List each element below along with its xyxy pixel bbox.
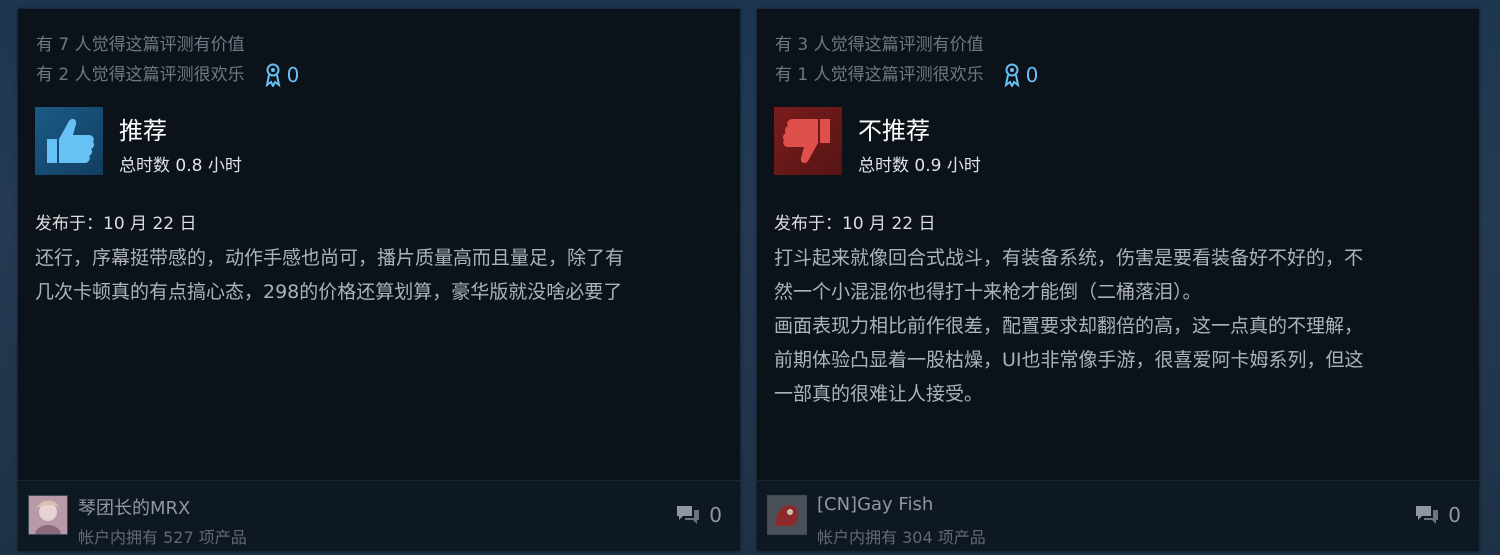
playtime-hours: 总时数 0.9 小时 — [858, 156, 981, 176]
helpful-text: 有 3 人觉得这篇评测有价值 — [775, 35, 984, 55]
review-card: 有 7 人觉得这篇评测有价值 有 2 人觉得这篇评测很欢乐 0 推荐 总时数 0… — [18, 9, 740, 551]
posted-date: 发布于：10 月 22 日 — [35, 214, 197, 234]
avatar[interactable] — [28, 495, 68, 535]
comments-button[interactable]: 0 — [675, 503, 722, 527]
award-count: 0 — [286, 63, 300, 87]
review-line: 打斗起来就像回合式战斗，有装备系统，伤害是要看装备好不好的，不 — [774, 247, 1364, 269]
award-icon — [1004, 63, 1020, 87]
review-verdict[interactable]: 推荐 总时数 0.8 小时 — [35, 107, 242, 176]
review-line: 前期体验凸显着一股枯燥，UI也非常像手游，很喜爱阿卡姆系列，但这 — [774, 349, 1364, 371]
award-count: 0 — [1025, 63, 1039, 87]
comment-count: 0 — [1448, 503, 1461, 527]
helpful-votes: 有 3 人觉得这篇评测有价值 有 1 人觉得这篇评测很欢乐 0 — [775, 30, 1038, 90]
author-products: 帐户内拥有 304 项产品 — [817, 528, 986, 547]
author-name[interactable]: 琴团长的MRX — [78, 494, 190, 520]
comments-button[interactable]: 0 — [1414, 503, 1461, 527]
thumbs-down-icon — [774, 107, 842, 175]
comment-count: 0 — [709, 503, 722, 527]
award-button[interactable]: 0 — [265, 60, 300, 90]
review-footer: 琴团长的MRX 帐户内拥有 527 项产品 0 — [18, 480, 740, 551]
playtime-hours: 总时数 0.8 小时 — [119, 156, 242, 176]
helpful-text: 有 7 人觉得这篇评测有价值 — [36, 35, 245, 55]
verdict-title: 推荐 — [119, 117, 167, 145]
posted-date: 发布于：10 月 22 日 — [774, 214, 936, 234]
review-line: 画面表现力相比前作很差，配置要求却翻倍的高，这一点真的不理解， — [774, 315, 1364, 337]
award-icon — [265, 63, 281, 87]
funny-text: 有 1 人觉得这篇评测很欢乐 — [775, 65, 984, 85]
avatar[interactable] — [767, 495, 807, 535]
review-line: 一部真的很难让人接受。 — [774, 383, 984, 405]
thumbs-up-icon — [35, 107, 103, 175]
verdict-title: 不推荐 — [858, 117, 930, 145]
author-products: 帐户内拥有 527 项产品 — [78, 528, 247, 547]
helpful-votes: 有 7 人觉得这篇评测有价值 有 2 人觉得这篇评测很欢乐 0 — [36, 30, 299, 90]
comment-icon — [1416, 506, 1439, 524]
review-card: 有 3 人觉得这篇评测有价值 有 1 人觉得这篇评测很欢乐 0 不推荐 总时数 … — [757, 9, 1479, 551]
review-line: 还行，序幕挺带感的，动作手感也尚可，播片质量高而且量足，除了有 — [35, 247, 625, 269]
review-line: 然一个小混混你也得打十来枪才能倒（二桶落泪）。 — [774, 281, 1202, 303]
review-body: 打斗起来就像回合式战斗，有装备系统，伤害是要看装备好不好的，不 然一个小混混你也… — [774, 241, 1464, 411]
funny-text: 有 2 人觉得这篇评测很欢乐 — [36, 65, 245, 85]
review-line: 几次卡顿真的有点搞心态，298的价格还算划算，豪华版就没啥必要了 — [35, 281, 623, 303]
comment-icon — [677, 506, 700, 524]
review-footer: [CN]Gay Fish 帐户内拥有 304 项产品 0 — [757, 480, 1479, 551]
review-verdict[interactable]: 不推荐 总时数 0.9 小时 — [774, 107, 981, 176]
review-body: 还行，序幕挺带感的，动作手感也尚可，播片质量高而且量足，除了有 几次卡顿真的有点… — [35, 241, 725, 309]
award-button[interactable]: 0 — [1004, 60, 1039, 90]
author-name[interactable]: [CN]Gay Fish — [817, 494, 933, 515]
